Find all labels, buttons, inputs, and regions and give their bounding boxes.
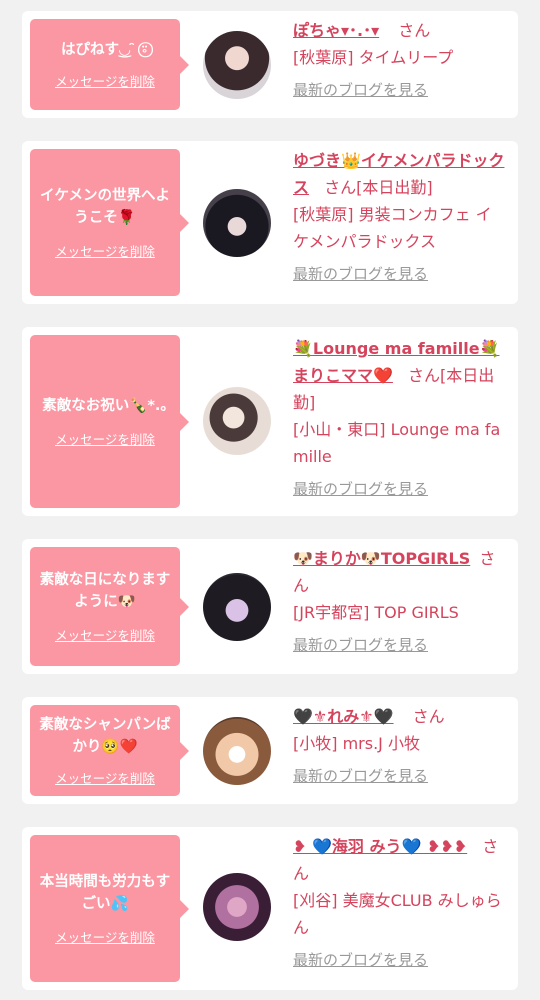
shop-info: [秋葉原] 男装コンカフェ イケメンパラドックス	[293, 205, 492, 251]
user-name-link[interactable]: ぽちゃ▾･.･▾	[293, 21, 379, 40]
delete-message-link[interactable]: メッセージを削除	[55, 241, 155, 260]
avatar[interactable]	[203, 189, 271, 257]
delete-message-link[interactable]: メッセージを削除	[55, 927, 155, 946]
message-card: 素敵なシャンパンばかり🥺❤️ メッセージを削除 🖤⚜れみ⚜🖤 さん [小牧] m…	[22, 697, 518, 804]
message-text: 本当時間も労力もすごい💦	[39, 874, 171, 912]
user-info: 🐶まりか🐶TOPGIRLS さん [JR宇都宮] TOP GIRLS 最新のブロ…	[293, 545, 505, 659]
delete-message-link[interactable]: メッセージを削除	[55, 71, 155, 90]
delete-message-link[interactable]: メッセージを削除	[55, 625, 155, 644]
shop-info: [秋葉原] タイムリープ	[293, 48, 454, 67]
shop-info: [小牧] mrs.J 小牧	[293, 734, 420, 753]
latest-blog-link[interactable]: 最新のブログを見る	[293, 476, 505, 503]
latest-blog-link[interactable]: 最新のブログを見る	[293, 763, 505, 790]
shop-info: [JR宇都宮] TOP GIRLS	[293, 603, 459, 622]
delete-message-link[interactable]: メッセージを削除	[55, 768, 155, 787]
message-text: 素敵なシャンパンばかり🥺❤️	[39, 717, 171, 755]
message-text: イケメンの世界へようこそ🌹	[39, 188, 171, 226]
message-card: イケメンの世界へようこそ🌹 メッセージを削除 ゆづき👑イケメンパラドックス さん…	[22, 141, 518, 304]
user-name-link[interactable]: ❥ 💙海羽 みう💙 ❥❥❥	[293, 837, 467, 856]
user-info: 💐Lounge ma famille💐まりこママ❤️ さん[本日出勤] [小山・…	[293, 335, 505, 503]
avatar[interactable]	[203, 873, 271, 941]
message-card: 本当時間も労力もすごい💦 メッセージを削除 ❥ 💙海羽 みう💙 ❥❥❥ さん […	[22, 827, 518, 990]
latest-blog-link[interactable]: 最新のブログを見る	[293, 77, 505, 104]
message-bubble: 素敵なシャンパンばかり🥺❤️ メッセージを削除	[30, 705, 189, 796]
user-name-link[interactable]: 🖤⚜れみ⚜🖤	[293, 707, 394, 726]
honorific: さん[本日出勤]	[324, 178, 433, 197]
user-info: 🖤⚜れみ⚜🖤 さん [小牧] mrs.J 小牧 最新のブログを見る	[293, 703, 505, 790]
honorific: さん	[398, 21, 431, 40]
shop-info: [小山・東口] Lounge ma famille	[293, 420, 501, 466]
shop-info: [刈谷] 美魔女CLUB みしゅらん	[293, 891, 502, 937]
latest-blog-link[interactable]: 最新のブログを見る	[293, 261, 505, 288]
latest-blog-link[interactable]: 最新のブログを見る	[293, 632, 505, 659]
message-text: 素敵な日になりますように🐶	[39, 572, 171, 610]
message-text: 素敵なお祝い🍾*.｡	[42, 398, 168, 414]
latest-blog-link[interactable]: 最新のブログを見る	[293, 947, 505, 974]
user-info: ゆづき👑イケメンパラドックス さん[本日出勤] [秋葉原] 男装コンカフェ イケ…	[293, 147, 505, 288]
message-card: はぴねす◟͜◞ ̑̑ ⍤⃝ メッセージを削除 ぽちゃ▾･.･▾ さん [秋葉原]…	[22, 11, 518, 118]
avatar[interactable]	[203, 387, 271, 455]
message-bubble: 本当時間も労力もすごい💦 メッセージを削除	[30, 835, 189, 982]
message-card: 素敵なお祝い🍾*.｡ メッセージを削除 💐Lounge ma famille💐ま…	[22, 327, 518, 516]
message-bubble: イケメンの世界へようこそ🌹 メッセージを削除	[30, 149, 189, 296]
message-card: 素敵な日になりますように🐶 メッセージを削除 🐶まりか🐶TOPGIRLS さん …	[22, 539, 518, 674]
message-bubble: 素敵なお祝い🍾*.｡ メッセージを削除	[30, 335, 189, 508]
avatar[interactable]	[203, 717, 271, 785]
honorific: さん	[412, 707, 445, 726]
user-info: ❥ 💙海羽 みう💙 ❥❥❥ さん [刈谷] 美魔女CLUB みしゅらん 最新のブ…	[293, 833, 505, 974]
message-text: はぴねす◟͜◞ ̑̑ ⍤⃝	[60, 42, 150, 58]
user-name-link[interactable]: 🐶まりか🐶TOPGIRLS	[293, 549, 470, 568]
delete-message-link[interactable]: メッセージを削除	[55, 429, 155, 448]
message-bubble: はぴねす◟͜◞ ̑̑ ⍤⃝ メッセージを削除	[30, 19, 189, 110]
avatar[interactable]	[203, 31, 271, 99]
avatar[interactable]	[203, 573, 271, 641]
user-info: ぽちゃ▾･.･▾ さん [秋葉原] タイムリープ 最新のブログを見る	[293, 17, 505, 104]
message-bubble: 素敵な日になりますように🐶 メッセージを削除	[30, 547, 189, 666]
